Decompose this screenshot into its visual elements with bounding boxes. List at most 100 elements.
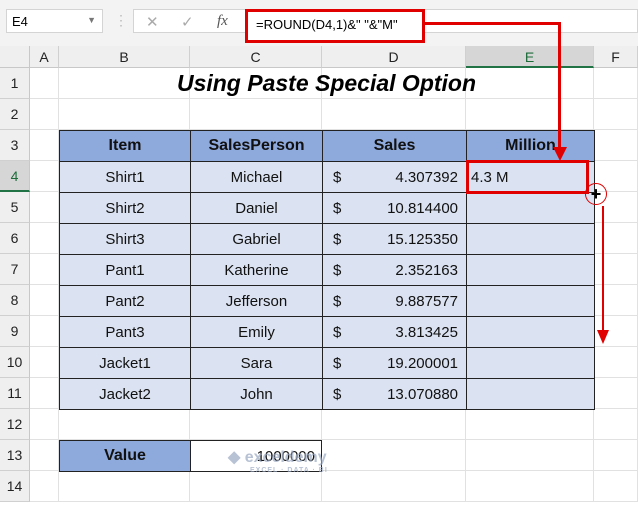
row-header-7[interactable]: 7	[0, 254, 30, 285]
cell[interactable]	[30, 192, 59, 223]
cell[interactable]	[30, 471, 59, 502]
active-cell-highlight	[466, 160, 589, 194]
row-header-1[interactable]: 1	[0, 68, 30, 99]
column-header-E[interactable]: E	[466, 46, 594, 68]
table-cell[interactable]: Jacket2	[59, 378, 191, 410]
table-cell[interactable]: Jacket1	[59, 347, 191, 379]
cell[interactable]	[322, 471, 466, 502]
row-header-10[interactable]: 10	[0, 347, 30, 378]
formula-input[interactable]: =ROUND(D4,1)&" "&"M"	[245, 9, 425, 43]
table-cell[interactable]	[466, 378, 595, 410]
table-cell[interactable]: $4.307392	[322, 161, 467, 193]
name-box[interactable]: E4 ▼	[6, 9, 103, 33]
cell[interactable]	[30, 254, 59, 285]
row-header-13[interactable]: 13	[0, 440, 30, 471]
table-cell[interactable]: Pant2	[59, 285, 191, 317]
insert-function-icon[interactable]: fx	[217, 13, 228, 30]
cell[interactable]	[594, 254, 638, 285]
table-cell[interactable]: $19.200001	[322, 347, 467, 379]
cell[interactable]	[322, 99, 466, 130]
table-cell[interactable]	[466, 223, 595, 255]
table-cell[interactable]: Pant1	[59, 254, 191, 286]
cell[interactable]	[594, 223, 638, 254]
cell[interactable]	[594, 68, 638, 99]
table-cell[interactable]: Pant3	[59, 316, 191, 348]
cell[interactable]	[59, 99, 190, 130]
row-header-12[interactable]: 12	[0, 409, 30, 440]
fill-handle-icon[interactable]: +	[585, 183, 607, 205]
table-cell[interactable]: Sara	[190, 347, 323, 379]
table-cell[interactable]: Shirt1	[59, 161, 191, 193]
table-cell[interactable]: $15.125350	[322, 223, 467, 255]
table-cell[interactable]	[466, 316, 595, 348]
column-header-B[interactable]: B	[59, 46, 190, 68]
cell[interactable]	[190, 471, 322, 502]
chevron-down-icon[interactable]: ▼	[87, 15, 96, 25]
table-cell[interactable]: Michael	[190, 161, 323, 193]
table-cell[interactable]: $3.813425	[322, 316, 467, 348]
table-cell[interactable]	[466, 285, 595, 317]
cell[interactable]	[322, 409, 466, 440]
row-header-14[interactable]: 14	[0, 471, 30, 502]
table-cell[interactable]: John	[190, 378, 323, 410]
column-header-F[interactable]: F	[594, 46, 638, 68]
cell[interactable]	[594, 440, 638, 471]
table-cell[interactable]: Daniel	[190, 192, 323, 224]
cell[interactable]	[594, 471, 638, 502]
cell[interactable]	[30, 316, 59, 347]
cell-value: 3.813425	[395, 323, 458, 341]
table-cell[interactable]: Gabriel	[190, 223, 323, 255]
cell[interactable]	[322, 440, 466, 471]
cell[interactable]	[466, 99, 594, 130]
column-header-D[interactable]: D	[322, 46, 466, 68]
cell[interactable]	[594, 130, 638, 161]
cell[interactable]	[594, 378, 638, 409]
row-header-3[interactable]: 3	[0, 130, 30, 161]
column-header-C[interactable]: C	[190, 46, 322, 68]
table-cell[interactable]	[466, 347, 595, 379]
cell[interactable]	[594, 285, 638, 316]
cell[interactable]	[190, 409, 322, 440]
cell[interactable]	[30, 161, 59, 192]
cell[interactable]	[30, 440, 59, 471]
cell[interactable]	[59, 409, 190, 440]
cell[interactable]	[30, 130, 59, 161]
table-cell[interactable]: $13.070880	[322, 378, 467, 410]
cell[interactable]	[30, 223, 59, 254]
table-cell[interactable]	[466, 192, 595, 224]
cell[interactable]	[594, 347, 638, 378]
table-cell[interactable]: Emily	[190, 316, 323, 348]
cell[interactable]	[30, 99, 59, 130]
table-cell[interactable]: Katherine	[190, 254, 323, 286]
select-all-button[interactable]	[0, 46, 30, 68]
cancel-icon[interactable]: ✕	[146, 13, 159, 31]
enter-icon[interactable]: ✓	[181, 13, 194, 31]
row-header-2[interactable]: 2	[0, 99, 30, 130]
row-header-6[interactable]: 6	[0, 223, 30, 254]
cell[interactable]	[466, 471, 594, 502]
column-header-A[interactable]: A	[30, 46, 59, 68]
cell[interactable]	[30, 68, 59, 99]
table-cell[interactable]: Jefferson	[190, 285, 323, 317]
row-header-8[interactable]: 8	[0, 285, 30, 316]
cell[interactable]	[30, 347, 59, 378]
cell[interactable]	[30, 378, 59, 409]
table-cell[interactable]: $10.814400	[322, 192, 467, 224]
table-cell[interactable]: $2.352163	[322, 254, 467, 286]
cell[interactable]	[594, 99, 638, 130]
cell[interactable]	[30, 409, 59, 440]
table-cell[interactable]: Shirt2	[59, 192, 191, 224]
row-header-4[interactable]: 4	[0, 161, 30, 192]
cell[interactable]	[466, 440, 594, 471]
row-header-11[interactable]: 11	[0, 378, 30, 409]
cell[interactable]	[30, 285, 59, 316]
cell[interactable]	[466, 409, 594, 440]
table-cell[interactable]: Shirt3	[59, 223, 191, 255]
cell[interactable]	[59, 471, 190, 502]
row-header-5[interactable]: 5	[0, 192, 30, 223]
cell[interactable]	[190, 99, 322, 130]
row-header-9[interactable]: 9	[0, 316, 30, 347]
table-cell[interactable]	[466, 254, 595, 286]
cell[interactable]	[594, 409, 638, 440]
table-cell[interactable]: $9.887577	[322, 285, 467, 317]
